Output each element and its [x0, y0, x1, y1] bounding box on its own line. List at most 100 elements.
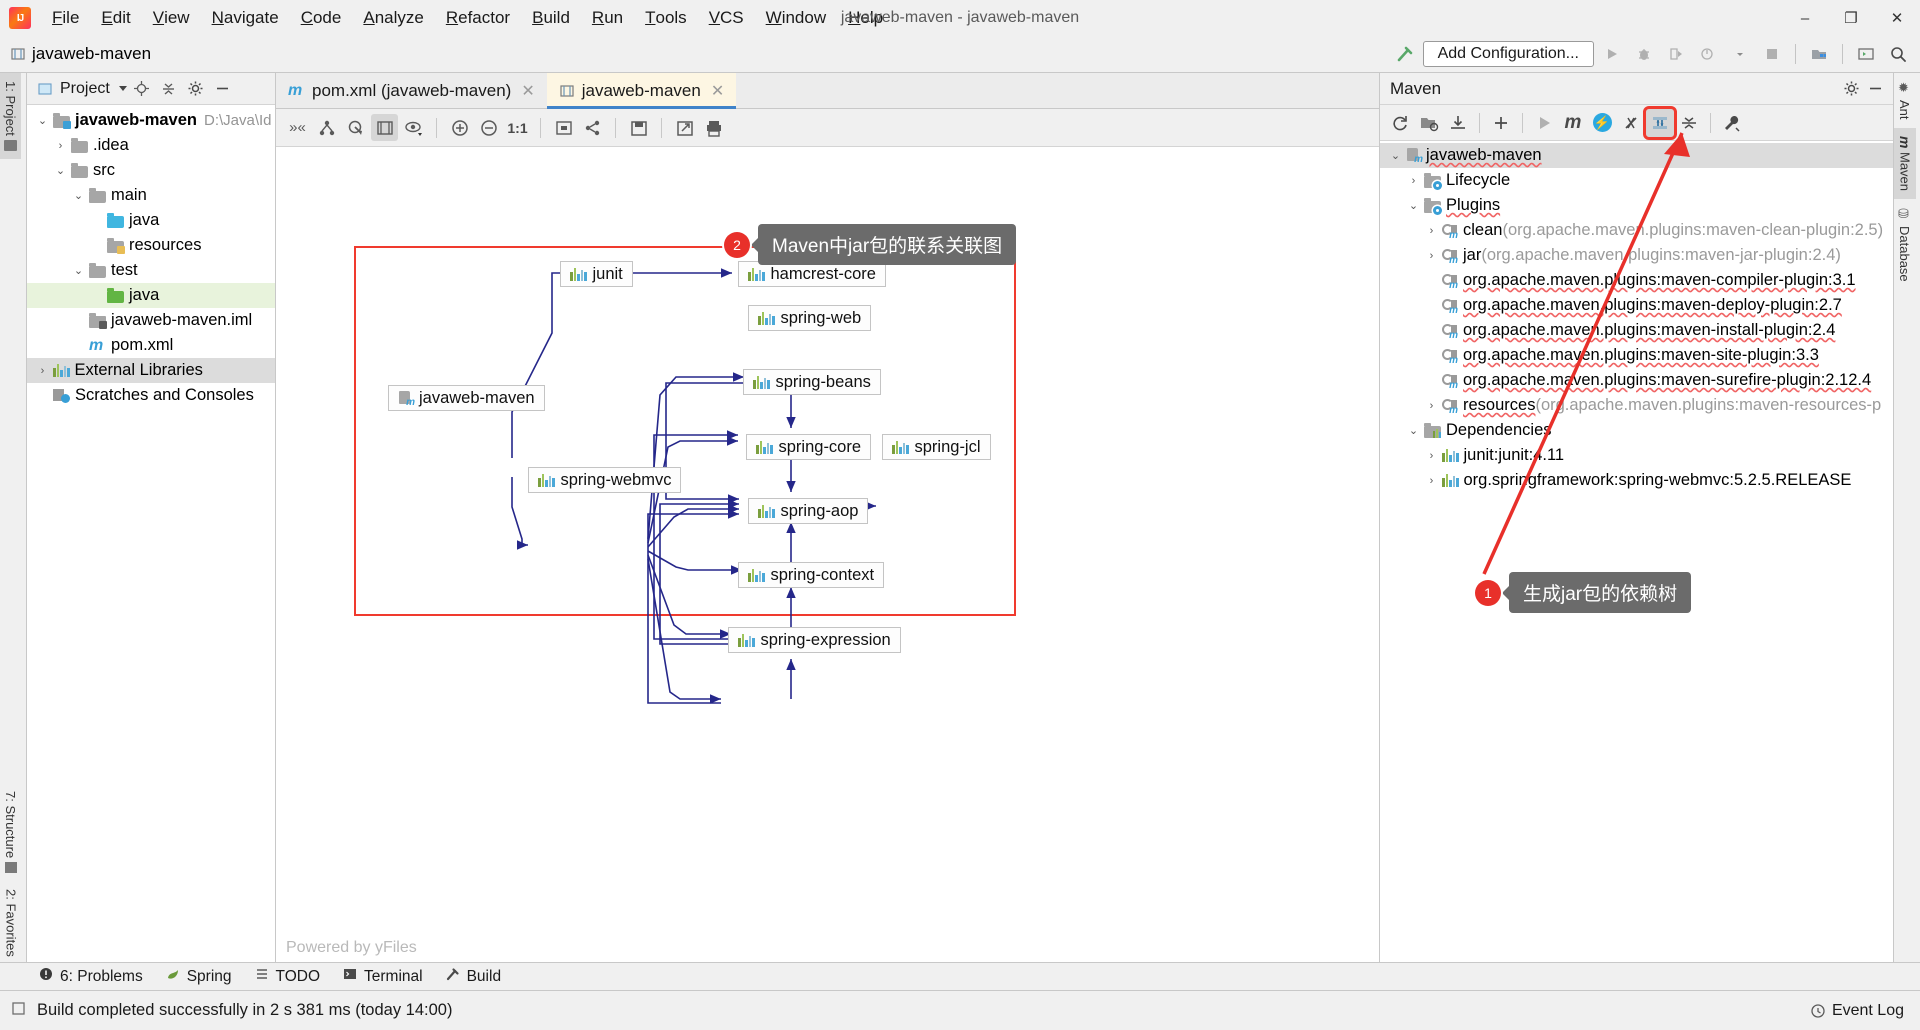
menu-edit[interactable]: Edit [90, 0, 141, 36]
fit-selection-icon[interactable] [342, 114, 369, 141]
project-panel-title[interactable]: Project [60, 80, 127, 98]
maven-tree-item[interactable]: › m clean (org.apache.maven.plugins:maven-… [1380, 218, 1893, 243]
maven-tree[interactable]: ⌄ m javaweb-maven › Lifecycle ⌄ Plugins › m clean… [1380, 141, 1893, 493]
hide-panel-icon[interactable] [211, 77, 235, 101]
menu-vcs[interactable]: V CS [698, 0, 755, 36]
project-tree-item[interactable]: ⌄ javaweb-maven D:\Java\Id [27, 108, 275, 133]
run-with-coverage-icon[interactable] [1662, 40, 1690, 68]
graph-node[interactable]: spring-web [748, 305, 872, 331]
chevron-right-icon[interactable]: › [1424, 225, 1439, 237]
graph-node[interactable]: spring-core [746, 434, 872, 460]
graph-node[interactable]: spring-beans [743, 369, 881, 395]
project-tree-item[interactable]: java [27, 208, 275, 233]
stripe-button-database[interactable]: ⛁ Database [1894, 199, 1915, 290]
generate-sources-icon[interactable] [1415, 109, 1443, 137]
maven-tree-item[interactable]: › junit:junit:4.11 [1380, 443, 1893, 468]
menu-build[interactable]: Build [521, 0, 581, 36]
terminal-window-icon[interactable] [1852, 40, 1880, 68]
menu-navigate[interactable]: Navigate [201, 0, 290, 36]
chevron-right-icon[interactable]: › [1424, 475, 1439, 487]
share-icon[interactable] [579, 114, 606, 141]
tool-window-build[interactable]: Build [434, 963, 512, 991]
project-tree-item[interactable]: › External Libraries [27, 358, 275, 383]
close-icon[interactable]: ✕ [711, 81, 724, 101]
project-tree-item[interactable]: ⌄ src [27, 158, 275, 183]
tool-window-spring[interactable]: Spring [154, 963, 243, 991]
graph-node[interactable]: spring-context [738, 562, 885, 588]
maven-tree-item[interactable]: ⌄ Plugins [1380, 193, 1893, 218]
chevron-right-icon[interactable]: › [1424, 450, 1439, 462]
close-icon[interactable]: ✕ [521, 81, 534, 101]
editor-tab[interactable]: javaweb-maven ✕ [546, 73, 737, 109]
close-button[interactable]: ✕ [1874, 0, 1920, 36]
add-configuration-button[interactable]: Add Configuration... [1422, 41, 1594, 67]
graph-node[interactable]: spring-webmvc [528, 467, 682, 493]
gear-icon[interactable] [184, 77, 208, 101]
menu-view[interactable]: View [142, 0, 201, 36]
menu-code[interactable]: Code [290, 0, 353, 36]
maven-tree-item[interactable]: m org.apache.maven.plugins:maven-site-plu… [1380, 343, 1893, 368]
stripe-button-maven[interactable]: m Maven [1894, 127, 1916, 199]
maven-tree-item[interactable]: ⌄ m javaweb-maven [1380, 143, 1893, 168]
run-icon[interactable] [1598, 40, 1626, 68]
event-log-button[interactable]: Event Log [1810, 1002, 1904, 1020]
gear-icon[interactable] [1839, 77, 1863, 101]
chevron-down-icon[interactable]: ⌄ [1406, 424, 1421, 437]
stripe-button-ant[interactable]: ✹ Ant [1894, 73, 1915, 128]
menu-refactor[interactable]: Refactor [435, 0, 521, 36]
show-dependencies-icon[interactable] [1643, 105, 1677, 140]
breadcrumb[interactable]: javaweb-maven [10, 44, 151, 64]
zoom-out-icon[interactable] [475, 114, 502, 141]
menu-help[interactable]: Help [837, 0, 894, 36]
graph-node[interactable]: m javaweb-maven [388, 385, 545, 411]
hide-panel-icon[interactable] [1863, 77, 1887, 101]
chevron-down-icon[interactable] [1726, 40, 1754, 68]
diagram-canvas[interactable]: m javaweb-maven junit hamcrest-core spring-w… [276, 147, 1379, 985]
zoom-in-icon[interactable] [446, 114, 473, 141]
visibility-icon[interactable] [400, 114, 427, 141]
menu-window[interactable]: Window [755, 0, 837, 36]
fit-content-icon[interactable] [550, 114, 577, 141]
maven-tree-item[interactable]: m org.apache.maven.plugins:maven-deploy-p… [1380, 293, 1893, 318]
maven-tree-item[interactable]: › Lifecycle [1380, 168, 1893, 193]
graph-node[interactable]: spring-expression [728, 627, 901, 653]
search-icon[interactable] [1884, 40, 1912, 68]
run-icon[interactable] [1530, 109, 1558, 137]
profile-icon[interactable] [1694, 40, 1722, 68]
project-tree-item[interactable]: javaweb-maven.iml [27, 308, 275, 333]
graph-node[interactable]: spring-aop [748, 498, 869, 524]
maven-tree-item[interactable]: m org.apache.maven.plugins:maven-install-… [1380, 318, 1893, 343]
maximize-button[interactable]: ❐ [1828, 0, 1874, 36]
menu-tools[interactable]: Tools [634, 0, 698, 36]
reload-icon[interactable] [1386, 109, 1414, 137]
project-tree-item[interactable]: java [27, 283, 275, 308]
build-hammer-icon[interactable] [1391, 40, 1419, 68]
chevron-right-icon[interactable]: › [1424, 400, 1439, 412]
menu-analyze[interactable]: Analyze [352, 0, 434, 36]
toggle-offline-icon[interactable]: ⚡ [1588, 109, 1616, 137]
editor-tab[interactable]: m pom.xml (javaweb-maven) ✕ [276, 73, 547, 108]
project-tree[interactable]: ⌄ javaweb-maven D:\Java\Id › .idea ⌄ src ⌄ main j… [27, 105, 275, 408]
graph-node[interactable]: spring-jcl [882, 434, 991, 460]
layout-icon[interactable] [313, 114, 340, 141]
stripe-button-structure[interactable]: 7: Structure [0, 783, 21, 881]
collapse-all-icon[interactable] [1675, 109, 1703, 137]
project-tree-item[interactable]: Scratches and Consoles [27, 383, 275, 408]
collapse-all-icon[interactable] [157, 77, 181, 101]
chevron-right-icon[interactable]: › [35, 365, 50, 377]
chevron-down-icon[interactable]: ⌄ [1406, 199, 1421, 212]
chevron-down-icon[interactable]: ⌄ [71, 189, 86, 202]
settings-wrench-icon[interactable] [1718, 109, 1746, 137]
graph-node[interactable]: junit [560, 261, 633, 287]
toggle-skip-tests-icon[interactable] [1617, 109, 1645, 137]
chevron-right-icon[interactable]: › [1424, 250, 1439, 262]
save-icon[interactable] [625, 114, 652, 141]
maven-tree-item[interactable]: m org.apache.maven.plugins:maven-compiler… [1380, 268, 1893, 293]
download-sources-icon[interactable] [1444, 109, 1472, 137]
chevron-down-icon[interactable]: ⌄ [71, 264, 86, 277]
project-tree-item[interactable]: › .idea [27, 133, 275, 158]
menu-run[interactable]: Run [581, 0, 634, 36]
maven-tree-item[interactable]: › org.springframework:spring-webmvc:5.2.5… [1380, 468, 1893, 493]
stripe-button-project[interactable]: 1: Project [0, 73, 21, 159]
project-tree-item[interactable]: ⌄ test [27, 258, 275, 283]
